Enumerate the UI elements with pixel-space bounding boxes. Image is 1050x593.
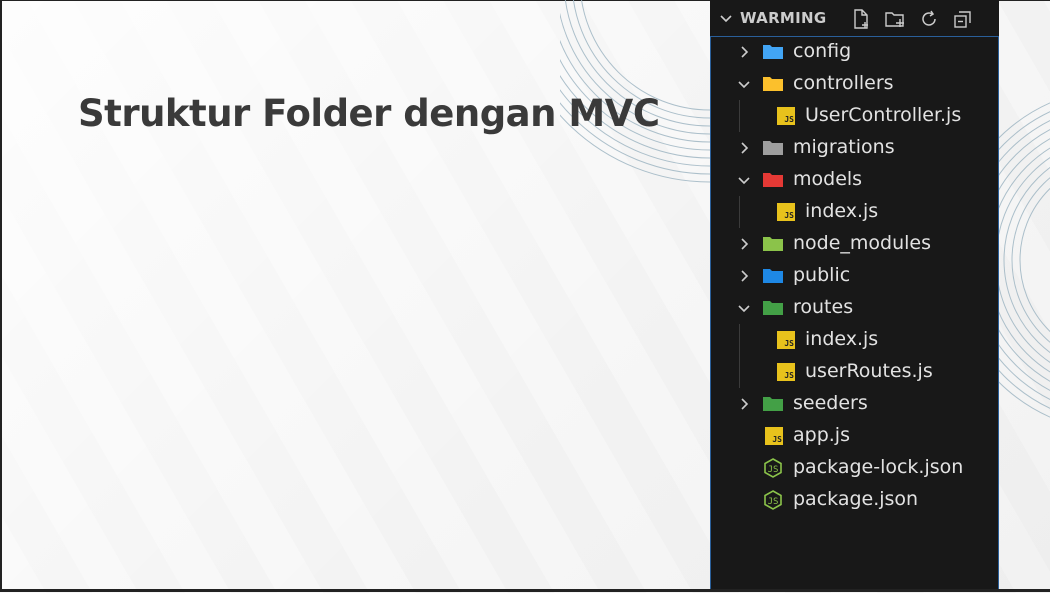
indent-guide <box>739 100 740 132</box>
tree-file-item[interactable]: JS package.json <box>711 484 998 516</box>
tree-item-label: index.js <box>805 328 879 350</box>
explorer-section-title: WARMING <box>740 9 827 27</box>
slide-left-border <box>0 0 2 592</box>
js-file-icon: JS <box>777 107 795 125</box>
tree-file-item[interactable]: JS app.js <box>711 420 998 452</box>
routes-folder-icon <box>763 301 783 315</box>
nodejs-file-icon: JS <box>764 458 782 478</box>
chevron-down-icon[interactable] <box>736 300 752 316</box>
tree-folder-item[interactable]: seeders <box>711 388 998 420</box>
models-folder-icon <box>763 173 783 187</box>
chevron-down-icon[interactable] <box>736 172 752 188</box>
tree-item-label: seeders <box>793 392 868 414</box>
file-explorer: WARMING config controllers JS UserControlle… <box>710 0 999 592</box>
tree-item-label: index.js <box>805 200 879 222</box>
collapse-all-icon[interactable] <box>952 8 974 30</box>
js-file-icon: JS <box>765 427 783 445</box>
file-tree: config controllers JS UserController.js migr… <box>710 36 999 592</box>
tree-item-label: models <box>793 168 863 190</box>
tree-folder-item[interactable]: models <box>711 164 998 196</box>
chevron-right-icon[interactable] <box>736 44 752 60</box>
tree-folder-item[interactable]: config <box>711 36 998 68</box>
node-modules-folder-icon <box>763 237 783 251</box>
js-file-icon: JS <box>777 331 795 349</box>
tree-item-label: controllers <box>793 72 894 94</box>
indent-guide <box>739 324 740 388</box>
js-file-icon: JS <box>777 363 795 381</box>
slide-title: Struktur Folder dengan MVC <box>78 92 660 135</box>
tree-item-label: UserController.js <box>805 104 962 126</box>
new-folder-icon[interactable] <box>884 8 906 30</box>
new-file-icon[interactable] <box>850 8 872 30</box>
tree-folder-item[interactable]: controllers <box>711 68 998 100</box>
svg-text:JS: JS <box>768 497 779 507</box>
tree-folder-item[interactable]: migrations <box>711 132 998 164</box>
nodejs-file-icon: JS <box>764 490 782 510</box>
chevron-right-icon[interactable] <box>736 396 752 412</box>
chevron-down-icon[interactable] <box>718 10 734 26</box>
explorer-actions <box>850 8 974 30</box>
controllers-folder-icon <box>763 77 783 91</box>
tree-file-item[interactable]: JS userRoutes.js <box>711 356 998 388</box>
tree-item-label: migrations <box>793 136 895 158</box>
tree-item-label: config <box>793 40 852 62</box>
explorer-header[interactable]: WARMING <box>710 0 999 36</box>
tree-file-item[interactable]: JS UserController.js <box>711 100 998 132</box>
public-folder-icon <box>763 269 783 283</box>
tree-item-label: userRoutes.js <box>805 360 933 382</box>
tree-file-item[interactable]: JS package-lock.json <box>711 452 998 484</box>
tree-file-item[interactable]: JS index.js <box>711 196 998 228</box>
svg-text:JS: JS <box>768 465 779 475</box>
seeders-folder-icon <box>763 397 783 411</box>
chevron-down-icon[interactable] <box>736 76 752 92</box>
chevron-right-icon[interactable] <box>736 140 752 156</box>
tree-item-label: package-lock.json <box>793 456 964 478</box>
tree-item-label: app.js <box>793 424 850 446</box>
tree-folder-item[interactable]: node_modules <box>711 228 998 260</box>
js-file-icon: JS <box>777 203 795 221</box>
folder-icon <box>763 141 783 155</box>
tree-folder-item[interactable]: public <box>711 260 998 292</box>
chevron-right-icon[interactable] <box>736 268 752 284</box>
tree-item-label: package.json <box>793 488 919 510</box>
tree-file-item[interactable]: JS index.js <box>711 324 998 356</box>
tree-item-label: public <box>793 264 851 286</box>
tree-item-label: node_modules <box>793 232 932 254</box>
config-folder-icon <box>763 45 783 59</box>
chevron-right-icon[interactable] <box>736 236 752 252</box>
indent-guide <box>739 196 740 228</box>
tree-folder-item[interactable]: routes <box>711 292 998 324</box>
refresh-icon[interactable] <box>918 8 940 30</box>
tree-item-label: routes <box>793 296 854 318</box>
